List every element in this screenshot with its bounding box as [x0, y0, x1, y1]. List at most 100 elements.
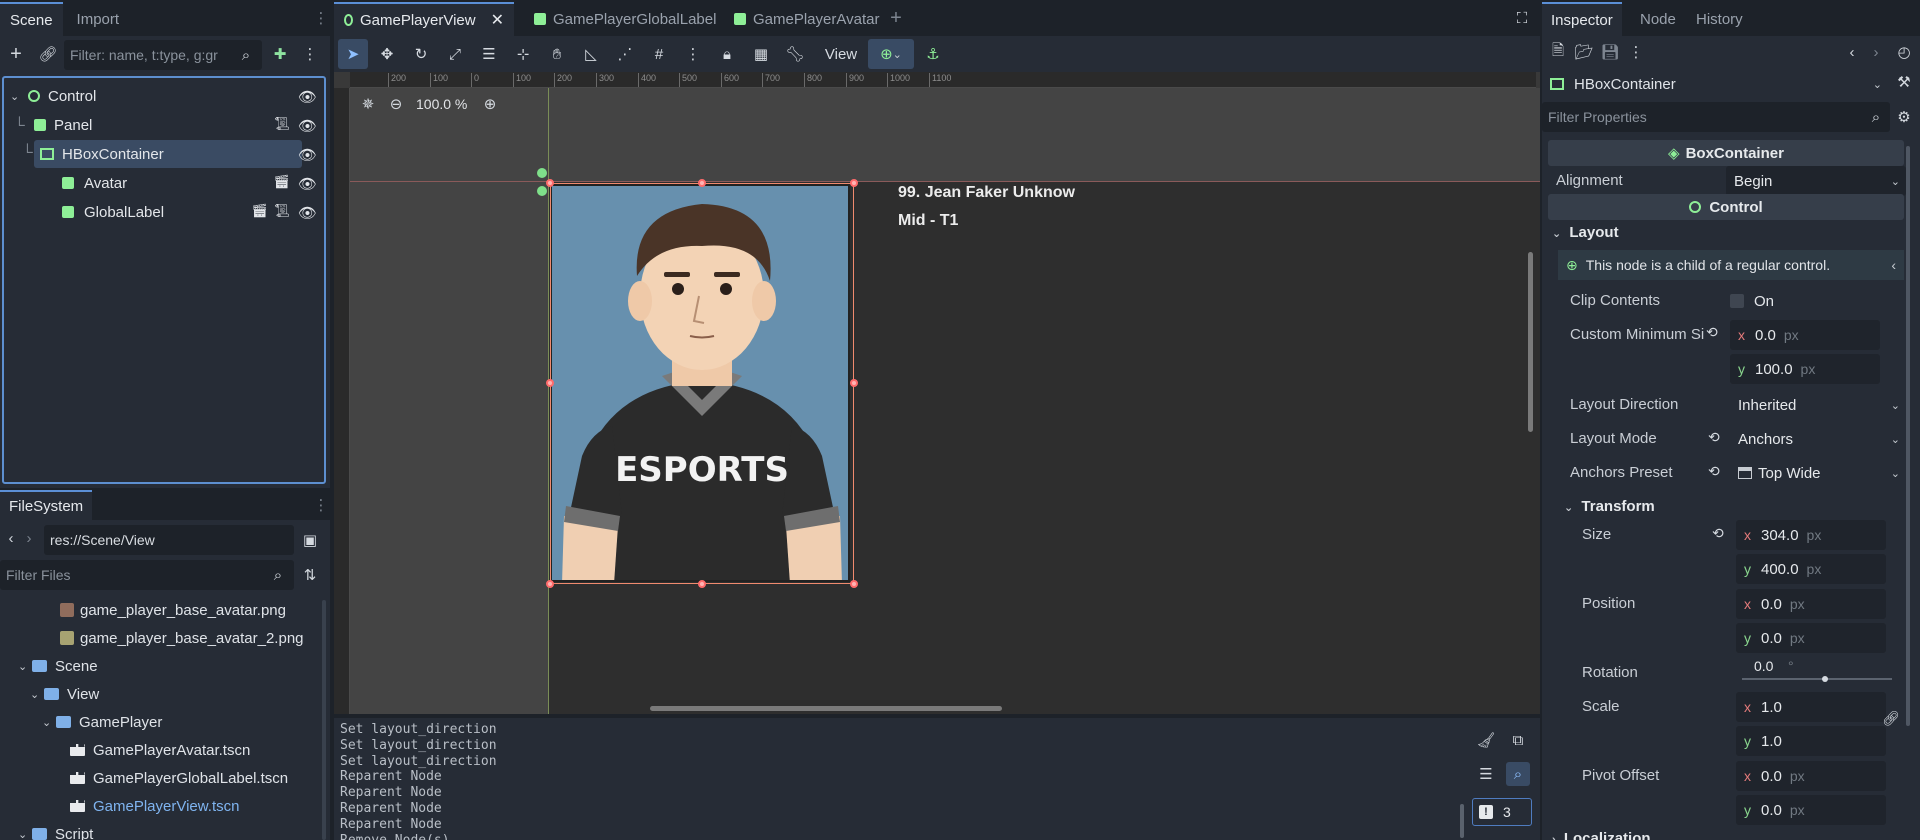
layout-mode-dropdown[interactable]: Anchors ⌄: [1730, 424, 1906, 454]
selection-rect[interactable]: [550, 183, 854, 584]
new-resource-icon[interactable]: 🗎: [1546, 40, 1570, 64]
open-folder-icon[interactable]: 📂︎: [1572, 40, 1596, 64]
visibility-eye-icon[interactable]: 👁︎: [298, 117, 317, 135]
pivot-offset-y[interactable]: y 0.0 px: [1736, 795, 1886, 825]
pivot-mode-icon[interactable]: ⊹: [508, 39, 538, 69]
distraction-free-icon[interactable]: ⛶: [1510, 6, 1534, 30]
history-back-icon[interactable]: ‹: [1840, 40, 1864, 64]
tab-import[interactable]: Import: [63, 2, 134, 36]
layout-direction-dropdown[interactable]: Inherited ⌄: [1730, 390, 1906, 420]
forward-arrow-icon[interactable]: ›: [20, 526, 38, 550]
position-y[interactable]: y 0.0 px: [1736, 623, 1886, 653]
file-item-selected[interactable]: GamePlayerView.tscn: [0, 792, 310, 820]
anchor-handle[interactable]: [537, 186, 547, 196]
split-view-icon[interactable]: ▣: [298, 528, 322, 552]
tree-node-control[interactable]: ⌄ Control 👁︎: [10, 82, 318, 110]
pan-mode-icon[interactable]: ✋︎: [542, 39, 572, 69]
resize-handle[interactable]: [546, 179, 554, 187]
dock-menu-icon[interactable]: ⋮: [314, 6, 329, 30]
resize-handle[interactable]: [698, 580, 706, 588]
resize-handle[interactable]: [546, 379, 554, 387]
script-add-icon[interactable]: ✚: [268, 42, 292, 66]
visibility-eye-icon[interactable]: 👁︎: [298, 88, 317, 106]
size-x[interactable]: x 304.0 px: [1736, 520, 1886, 550]
link-scale-icon[interactable]: 🔗︎: [1882, 710, 1900, 727]
tab-node[interactable]: Node: [1630, 2, 1686, 36]
anchor-presets-icon[interactable]: ⊕ ⌄: [868, 39, 914, 69]
revert-icon[interactable]: ⟲: [1706, 324, 1718, 341]
checkbox-icon[interactable]: [1730, 294, 1744, 308]
inspector-menu-icon[interactable]: ⋮: [1624, 40, 1648, 64]
revert-icon[interactable]: ⟲: [1708, 463, 1720, 480]
anchor-handle[interactable]: [537, 168, 547, 178]
tab-scene[interactable]: Scene: [0, 2, 63, 36]
output-scrollbar[interactable]: [1460, 804, 1464, 838]
clear-output-icon[interactable]: 🧹︎: [1474, 728, 1498, 752]
v-scrollbar[interactable]: [1528, 252, 1533, 432]
group-icon[interactable]: ▦: [746, 39, 776, 69]
tab-filesystem[interactable]: FileSystem: [0, 490, 93, 520]
zoom-out-icon[interactable]: ⊖: [384, 92, 408, 116]
scrollbar[interactable]: [322, 600, 326, 840]
link-icon[interactable]: 🔗︎: [36, 42, 60, 66]
scene-filter-input[interactable]: Filter: name, t:type, g:gr: [64, 40, 262, 70]
position-x[interactable]: x 0.0 px: [1736, 589, 1886, 619]
node-type-row[interactable]: HBoxContainer ⌄: [1546, 70, 1888, 98]
visibility-eye-icon[interactable]: 👁︎: [298, 204, 317, 222]
rotation-slider[interactable]: 0.0 °: [1742, 656, 1892, 684]
collapse-icon[interactable]: ⌄: [18, 828, 32, 840]
file-item[interactable]: GamePlayerAvatar.tscn: [0, 736, 310, 764]
resize-handle[interactable]: [546, 580, 554, 588]
save-icon[interactable]: 💾︎: [1598, 40, 1622, 64]
zoom-in-icon[interactable]: ⊕: [478, 92, 502, 116]
revert-icon[interactable]: ⟲: [1708, 429, 1720, 446]
chevron-left-icon[interactable]: ‹: [1891, 257, 1896, 273]
scene-tab-gameplayergloballabel[interactable]: GamePlayerGlobalLabel: [524, 2, 726, 36]
scene-tab-gameplayeravatar[interactable]: GamePlayerAvatar: [724, 2, 889, 36]
tab-history[interactable]: History: [1686, 2, 1753, 36]
folder-item[interactable]: ⌄ View: [0, 680, 310, 708]
error-badge[interactable]: ! 3: [1472, 798, 1532, 826]
back-arrow-icon[interactable]: ‹: [2, 526, 20, 550]
collapse-icon[interactable]: ⌄: [42, 716, 56, 729]
filter-properties-input[interactable]: Filter Properties: [1542, 102, 1890, 132]
smart-snap-icon[interactable]: ⋰: [610, 39, 640, 69]
file-item[interactable]: game_player_base_avatar.png: [0, 596, 310, 624]
size-y[interactable]: y 400.0 px: [1736, 554, 1886, 584]
revert-icon[interactable]: ⟲: [1712, 525, 1724, 542]
custom-min-size-x[interactable]: x 0.0 px: [1730, 320, 1880, 350]
viewport[interactable]: 200 100 0 100 200 300 400 500 600 700 800 900 1000 11…: [334, 72, 1540, 714]
search-output-icon[interactable]: ⌕: [1506, 762, 1530, 786]
move-mode-icon[interactable]: ✥: [372, 39, 402, 69]
zoom-level[interactable]: 100.0 %: [416, 96, 467, 112]
chevron-down-icon[interactable]: ⌄: [1873, 78, 1882, 91]
resize-handle[interactable]: [850, 379, 858, 387]
folder-item[interactable]: ⌄ Scene: [0, 652, 310, 680]
list-select-icon[interactable]: ☰: [474, 39, 504, 69]
folder-item[interactable]: ⌄ GamePlayer: [0, 708, 310, 736]
tree-node-avatar[interactable]: Avatar 🎬︎ 👁︎: [10, 169, 318, 197]
history-forward-icon[interactable]: ›: [1864, 40, 1888, 64]
script-icon[interactable]: 📜︎: [273, 116, 290, 132]
grid-snap-icon[interactable]: #: [644, 39, 674, 69]
scale-y[interactable]: y 1.0: [1736, 726, 1886, 756]
visibility-eye-icon[interactable]: 👁︎: [298, 146, 317, 164]
ruler-mode-icon[interactable]: ◺: [576, 39, 606, 69]
pivot-offset-x[interactable]: x 0.0 px: [1736, 761, 1886, 791]
object-history-icon[interactable]: ◴: [1892, 40, 1916, 64]
localization-header[interactable]: › Localization: [1552, 830, 1651, 840]
h-scrollbar[interactable]: [650, 706, 1002, 711]
dock-menu-icon[interactable]: ⋮: [314, 493, 329, 517]
anchor-icon[interactable]: ⚓︎: [918, 39, 948, 69]
view-menu[interactable]: View: [818, 39, 864, 69]
scale-mode-icon[interactable]: ⤢: [440, 39, 470, 69]
anchors-preset-dropdown[interactable]: Top Wide ⌄: [1730, 458, 1906, 488]
scale-x[interactable]: x 1.0: [1736, 692, 1886, 722]
visibility-eye-icon[interactable]: 👁︎: [298, 175, 317, 193]
collapse-icon[interactable]: ⌄: [18, 660, 32, 673]
custom-min-size-y[interactable]: y 100.0 px: [1730, 354, 1880, 384]
file-item[interactable]: GamePlayerGlobalLabel.tscn: [0, 764, 310, 792]
resize-handle[interactable]: [850, 179, 858, 187]
bones-icon[interactable]: 🦴︎: [780, 39, 810, 69]
layout-header[interactable]: ⌄ Layout: [1552, 224, 1619, 241]
